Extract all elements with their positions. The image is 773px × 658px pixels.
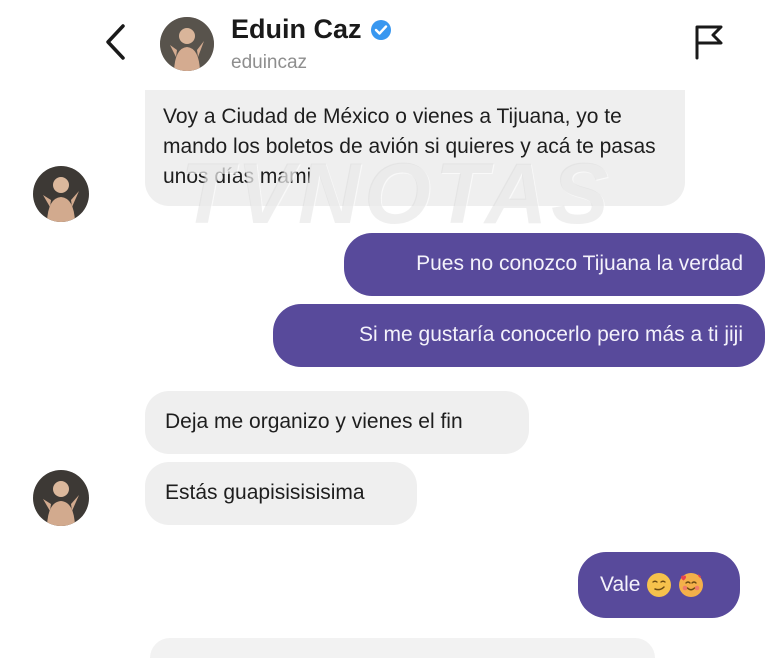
chevron-left-icon[interactable] [98, 22, 134, 62]
outgoing-message: Vale [578, 552, 740, 618]
incoming-message-partial [150, 638, 655, 658]
outgoing-message: Pues no conozco Tijuana la verdad [344, 233, 765, 296]
incoming-message: Deja me organizo y vienes el fin [145, 391, 529, 454]
contact-name: Eduin Caz [231, 14, 392, 45]
contact-handle: eduincaz [231, 52, 308, 73]
incoming-message: Voy a Ciudad de México o vienes a Tijuan… [145, 90, 685, 206]
header-avatar[interactable] [160, 17, 214, 71]
message-thread: Voy a Ciudad de México o vienes a Tijuan… [0, 90, 773, 658]
flag-icon[interactable] [690, 22, 728, 62]
sender-avatar[interactable] [33, 470, 89, 526]
outgoing-message: Si me gustaría conocerlo pero más a ti j… [273, 304, 765, 367]
smirk-emoji-icon [647, 573, 672, 597]
verified-badge-icon [370, 19, 391, 40]
smiling-hearts-emoji-icon [679, 573, 704, 597]
sender-avatar[interactable] [33, 166, 89, 222]
outgoing-message-text: Vale [600, 573, 641, 596]
contact-name-text: Eduin Caz [231, 14, 362, 44]
chat-header: Eduin Caz eduincaz [0, 0, 773, 90]
incoming-message: Estás guapisisisisima [145, 462, 417, 525]
